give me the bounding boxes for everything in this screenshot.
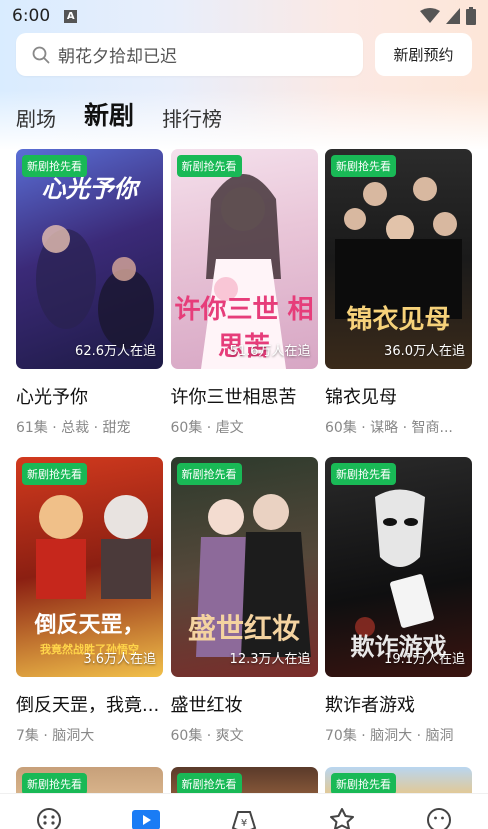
viewer-count: 3.6万人在追 <box>83 652 156 667</box>
drama-title: 锦衣见母 <box>325 387 397 408</box>
svg-text:¥: ¥ <box>241 818 247 829</box>
drama-meta: 60集 · 爽文 <box>170 728 244 744</box>
drama-card[interactable]: 欺诈游戏 新剧抢先看 19.1万人在追 欺诈者游戏 70集 · 脑洞大 · 脑洞 <box>325 457 472 745</box>
star-icon[interactable] <box>327 806 357 829</box>
viewer-count: 36.0万人在追 <box>384 344 465 359</box>
new-drama-reserve-button[interactable]: 新剧预约 <box>375 33 472 76</box>
new-drama-badge: 新剧抢先看 <box>331 773 396 795</box>
drama-meta: 70集 · 脑洞大 · 脑洞 <box>325 728 454 744</box>
new-drama-badge: 新剧抢先看 <box>331 463 396 485</box>
drama-title: 心光予你 <box>16 387 88 408</box>
drama-title: 盛世红妆 <box>170 695 243 716</box>
new-drama-badge: 新剧抢先看 <box>331 155 396 177</box>
theater-icon[interactable] <box>34 806 64 829</box>
poster-title: 倒反天罡， <box>34 612 145 638</box>
drama-card[interactable]: 盛世红妆 新剧抢先看 12.3万人在追 盛世红妆 60集 · 爽文 <box>170 457 318 745</box>
top-tabs: 剧场 新剧 排行榜 <box>16 96 250 134</box>
new-drama-badge: 新剧抢先看 <box>22 463 87 485</box>
poster-image: 倒反天罡， 我竟然战胜了孙悟空 新剧抢先看 3.6万人在追 <box>16 457 163 677</box>
poster-image: 锦衣见母 新剧抢先看 36.0万人在追 <box>325 149 472 369</box>
clock: 6:00 <box>12 6 51 26</box>
signal-icon <box>446 8 460 24</box>
notification-a-icon: A <box>64 9 78 23</box>
new-drama-badge: 新剧抢先看 <box>22 773 87 795</box>
drama-card[interactable]: 许你三世 相思苦 新剧抢先看 51.6万人在追 许你三世相思苦 60集 · 虐文 <box>170 149 318 437</box>
poster-title: 锦衣见母 <box>346 305 451 335</box>
play-icon[interactable] <box>131 806 161 829</box>
bottom-nav: ¥ <box>0 793 488 829</box>
poster-image: 盛世红妆 新剧抢先看 12.3万人在追 <box>170 457 318 677</box>
battery-icon <box>466 7 476 25</box>
drama-meta: 60集 · 虐文 <box>170 420 244 436</box>
new-drama-badge: 新剧抢先看 <box>176 463 242 485</box>
tab-new-drama[interactable]: 新剧 <box>84 96 147 134</box>
drama-card[interactable]: 倒反天罡， 我竟然战胜了孙悟空 新剧抢先看 3.6万人在追 倒反天罡，我竟...… <box>16 457 163 745</box>
viewer-count: 51.6万人在追 <box>229 344 311 359</box>
drama-title: 许你三世相思苦 <box>170 387 297 408</box>
search-input[interactable]: 朝花夕拾却已迟 <box>16 33 363 76</box>
tab-ranking[interactable]: 排行榜 <box>162 103 222 134</box>
drama-grid: 心光予你 新剧抢先看 62.6万人在追 心光予你 61集 · 总裁 · 甜宠 许… <box>16 149 472 797</box>
poster-title: 盛世红妆 <box>187 612 300 645</box>
drama-card[interactable]: 心光予你 新剧抢先看 62.6万人在追 心光予你 61集 · 总裁 · 甜宠 <box>16 149 163 437</box>
drama-card[interactable]: 锦衣见母 新剧抢先看 36.0万人在追 锦衣见母 60集 · 谋略 · 智商..… <box>325 149 472 437</box>
new-drama-badge: 新剧抢先看 <box>176 773 242 795</box>
drama-title: 欺诈者游戏 <box>325 695 415 716</box>
poster-image: 心光予你 新剧抢先看 62.6万人在追 <box>16 149 163 369</box>
drama-meta: 7集 · 脑洞大 <box>16 728 95 744</box>
drama-title: 倒反天罡，我竟... <box>16 695 160 716</box>
coin-bag-icon[interactable]: ¥ <box>229 806 259 829</box>
search-icon <box>32 46 50 63</box>
drama-meta: 60集 · 谋略 · 智商... <box>325 420 453 436</box>
poster-art <box>335 177 462 319</box>
drama-meta: 61集 · 总裁 · 甜宠 <box>16 420 131 436</box>
search-row: 朝花夕拾却已迟 新剧预约 <box>16 33 472 76</box>
new-drama-badge: 新剧抢先看 <box>22 155 87 177</box>
poster-image: 欺诈游戏 新剧抢先看 19.1万人在追 <box>325 457 472 677</box>
poster-image: 许你三世 相思苦 新剧抢先看 51.6万人在追 <box>170 149 318 369</box>
search-placeholder: 朝花夕拾却已迟 <box>58 47 177 67</box>
tab-theater[interactable]: 剧场 <box>16 103 56 134</box>
status-icons <box>420 7 476 25</box>
status-bar: 6:00 A <box>0 0 488 32</box>
new-drama-badge: 新剧抢先看 <box>176 155 242 177</box>
viewer-count: 12.3万人在追 <box>229 652 311 667</box>
viewer-count: 19.1万人在追 <box>384 652 465 667</box>
viewer-count: 62.6万人在追 <box>75 344 156 359</box>
profile-icon[interactable] <box>424 806 454 829</box>
wifi-icon <box>420 8 440 23</box>
